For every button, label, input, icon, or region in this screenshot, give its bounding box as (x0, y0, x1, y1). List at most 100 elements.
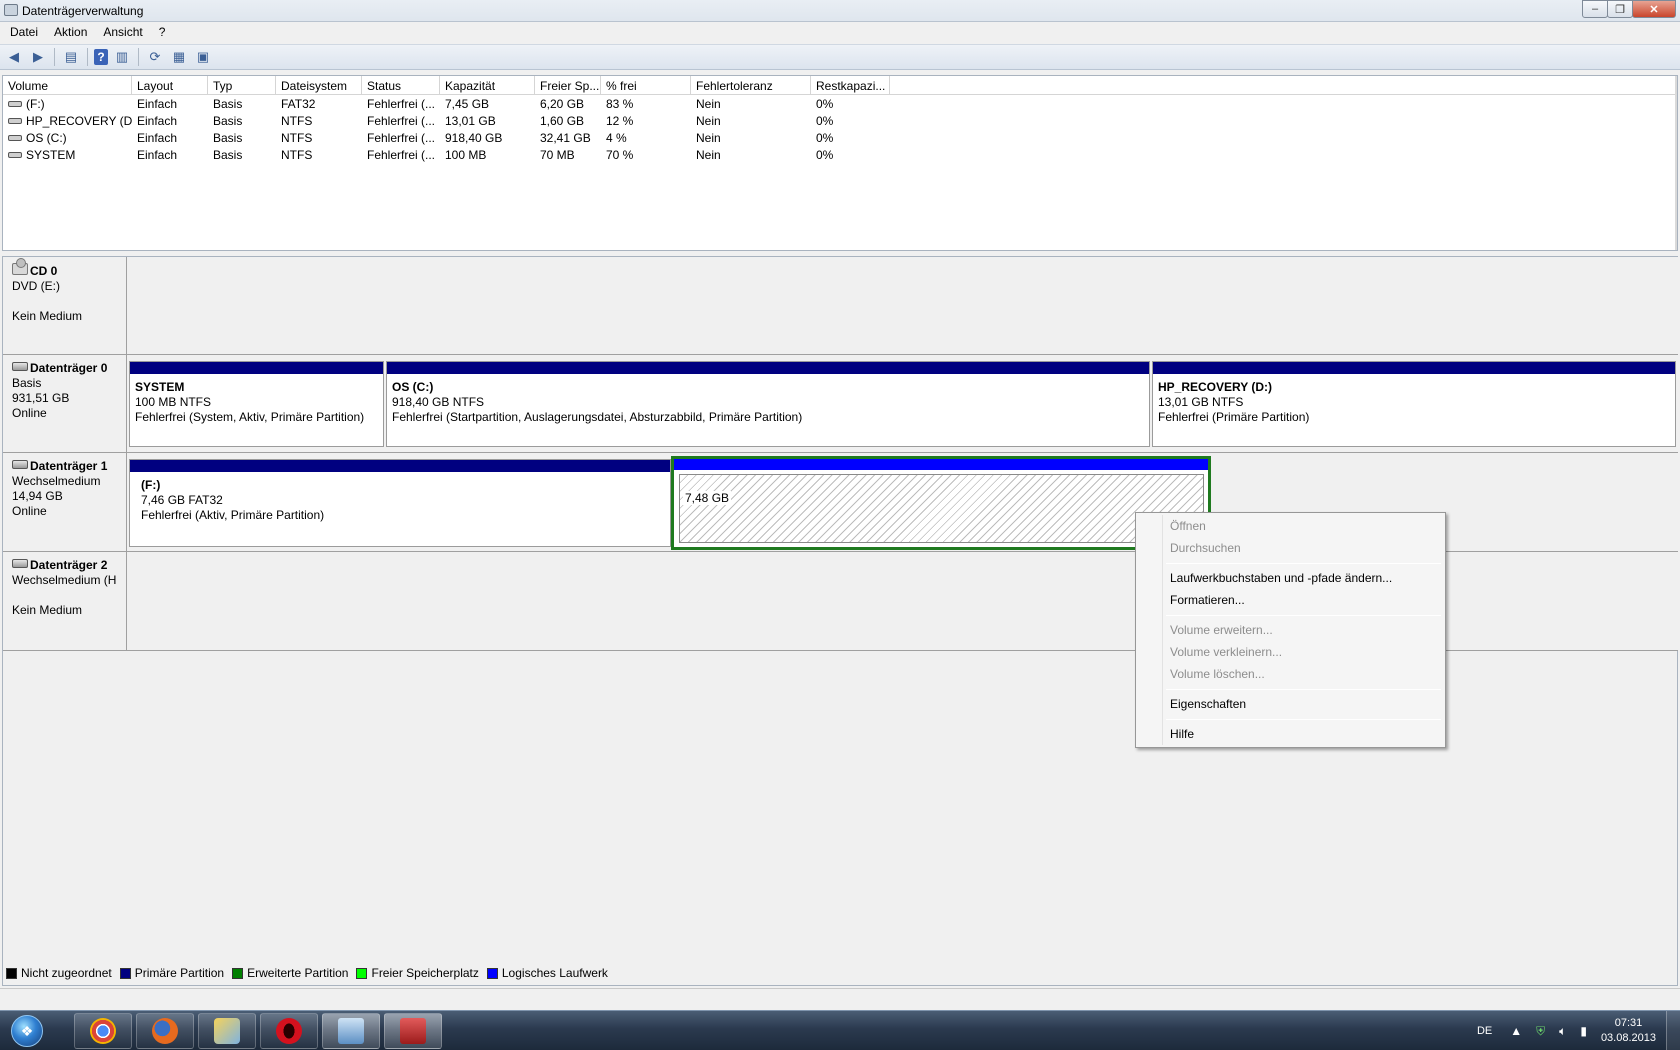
legend-swatch-unallocated (6, 967, 17, 979)
disk-label-disk0[interactable]: Datenträger 0 Basis 931,51 GB Online (3, 355, 127, 453)
taskbar-chrome[interactable] (74, 1013, 132, 1049)
primary-partition-bar (130, 362, 383, 374)
disk1-type: Wechselmedium (12, 474, 101, 488)
column-header-freier-speicher[interactable]: Freier Sp... (535, 76, 601, 95)
back-arrow-icon[interactable]: ◀ (4, 47, 24, 67)
help-icon[interactable]: ? (94, 49, 108, 65)
start-button[interactable]: ❖ (4, 1013, 50, 1049)
menu-item-properties[interactable]: Eigenschaften (1170, 697, 1246, 711)
menu-item-browse[interactable]: Durchsuchen (1170, 541, 1241, 555)
cell-fehlertoleranz: Nein (696, 131, 721, 145)
menu-item-help[interactable]: Hilfe (1170, 727, 1194, 741)
disk-management-app-icon (4, 4, 18, 16)
windows-logo-icon: ❖ (11, 1015, 43, 1047)
menu-item-delete-volume[interactable]: Volume löschen... (1170, 667, 1265, 681)
disk-label-cd0[interactable]: CD 0 DVD (E:) Kein Medium (3, 257, 127, 355)
cell-typ: Basis (213, 114, 243, 128)
table-row[interactable]: SYSTEM Einfach Basis NTFS Fehlerfrei (..… (3, 147, 1677, 164)
context-menu-separator (1166, 719, 1441, 720)
disk1-status: Online (12, 504, 47, 518)
column-header-kapazitaet[interactable]: Kapazität (440, 76, 535, 95)
column-header-volume[interactable]: Volume (3, 76, 132, 95)
show-hide-console-tree-icon[interactable]: ▤ (61, 47, 81, 67)
menu-item-extend-volume[interactable]: Volume erweitern... (1170, 623, 1273, 637)
disk0-type: Basis (12, 376, 42, 390)
cell-layout: Einfach (137, 131, 178, 145)
cell-restkapazitaet: 0% (816, 97, 834, 111)
table-row[interactable]: HP_RECOVERY (D:) Einfach Basis NTFS Fehl… (3, 113, 1677, 130)
cell-volume: SYSTEM (3, 148, 132, 162)
column-header-dateisystem[interactable]: Dateisystem (276, 76, 362, 95)
legend-item: Freier Speicherplatz (356, 966, 479, 980)
drive-icon (8, 152, 22, 158)
menu-help[interactable]: ? (153, 25, 172, 39)
cell-status: Fehlerfrei (... (367, 148, 436, 162)
close-button[interactable]: ✕ (1632, 0, 1676, 18)
disk2-type: Wechselmedium (H (12, 573, 117, 587)
network-signal-icon[interactable]: ▮ (1580, 1024, 1587, 1038)
menu-ansicht[interactable]: Ansicht (97, 25, 148, 39)
volume-list-header: Volume Layout Typ Dateisystem Status Kap… (3, 76, 1677, 95)
taskbar-disk-management[interactable] (384, 1013, 442, 1049)
legend-item: Erweiterte Partition (232, 966, 348, 980)
drive-icon (8, 101, 22, 107)
cell-fehlertoleranz: Nein (696, 148, 721, 162)
partition-os-c[interactable]: OS (C:) 918,40 GB NTFS Fehlerfrei (Start… (386, 361, 1150, 447)
taskbar-opera[interactable] (260, 1013, 318, 1049)
security-shield-icon[interactable]: ⛨ (1536, 1024, 1545, 1039)
context-menu-gutter (1162, 515, 1163, 745)
rescan-disks-icon[interactable]: ▣ (193, 47, 213, 67)
properties-icon[interactable]: ▦ (169, 47, 189, 67)
cell-restkapazitaet: 0% (816, 114, 834, 128)
table-row[interactable]: (F:) Einfach Basis FAT32 Fehlerfrei (...… (3, 96, 1677, 113)
partition-system[interactable]: SYSTEM 100 MB NTFS Fehlerfrei (System, A… (129, 361, 384, 447)
minimize-button[interactable]: ‒ (1582, 0, 1608, 18)
vertical-scrollbar[interactable] (1675, 76, 1677, 250)
column-header-prozent-frei[interactable]: % frei (601, 76, 691, 95)
context-menu-separator (1166, 689, 1441, 690)
partition-hp-recovery[interactable]: HP_RECOVERY (D:) 13,01 GB NTFS Fehlerfre… (1152, 361, 1676, 447)
forward-arrow-icon[interactable]: ▶ (28, 47, 48, 67)
maximize-button[interactable]: ❐ (1607, 0, 1633, 18)
toolbar-separator (138, 48, 139, 66)
menu-item-open[interactable]: Öffnen (1170, 519, 1206, 533)
taskbar-app[interactable] (198, 1013, 256, 1049)
column-header-layout[interactable]: Layout (132, 76, 208, 95)
menu-aktion[interactable]: Aktion (48, 25, 93, 39)
cell-freier-speicher: 70 MB (540, 148, 575, 162)
column-header-typ[interactable]: Typ (208, 76, 276, 95)
column-header-restkapazitaet[interactable]: Restkapazi... (811, 76, 890, 95)
taskbar-firefox[interactable] (136, 1013, 194, 1049)
partition-f[interactable]: (F:) 7,46 GB FAT32 Fehlerfrei (Aktiv, Pr… (129, 459, 671, 547)
menu-item-change-drive-letter[interactable]: Laufwerkbuchstaben und -pfade ändern... (1170, 571, 1392, 585)
cell-prozent-frei: 70 % (606, 148, 634, 162)
show-hidden-icons-icon[interactable]: ▲ (1510, 1024, 1522, 1038)
partition-size: 918,40 GB NTFS (392, 395, 485, 409)
cd0-status: Kein Medium (12, 309, 83, 323)
refresh-icon[interactable]: ⟳ (145, 47, 165, 67)
cell-freier-speicher: 6,20 GB (540, 97, 585, 111)
show-desktop-button[interactable] (1666, 1011, 1680, 1050)
column-header-status[interactable]: Status (362, 76, 440, 95)
taskbar-computer-management[interactable] (322, 1013, 380, 1049)
removable-disk-icon (12, 559, 28, 568)
menu-item-shrink-volume[interactable]: Volume verkleinern... (1170, 645, 1282, 659)
drive-icon (8, 135, 22, 141)
chrome-icon (90, 1018, 116, 1044)
clock[interactable]: 07:31 03.08.2013 (1601, 1016, 1656, 1046)
column-header-fehlertoleranz[interactable]: Fehlertoleranz (691, 76, 811, 95)
view-pane-icon[interactable]: ▥ (112, 47, 132, 67)
disk-label-disk2[interactable]: Datenträger 2 Wechselmedium (H Kein Medi… (3, 552, 127, 651)
partition-unallocated-selected[interactable]: 7,48 GB (671, 456, 1211, 550)
volume-icon[interactable]: 🔈︎ (1559, 1024, 1566, 1039)
disk2-spacer-line (12, 588, 126, 603)
cell-dateisystem: NTFS (281, 148, 313, 162)
table-row[interactable]: OS (C:) Einfach Basis NTFS Fehlerfrei (.… (3, 130, 1677, 147)
cell-kapazitaet: 918,40 GB (445, 131, 503, 145)
menu-datei[interactable]: Datei (4, 25, 44, 39)
menu-item-format[interactable]: Formatieren... (1170, 593, 1245, 607)
disk-label-disk1[interactable]: Datenträger 1 Wechselmedium 14,94 GB Onl… (3, 453, 127, 552)
cd0-drive-line: DVD (E:) (12, 279, 60, 293)
language-indicator[interactable]: DE (1477, 1025, 1492, 1037)
cell-layout: Einfach (137, 97, 178, 111)
